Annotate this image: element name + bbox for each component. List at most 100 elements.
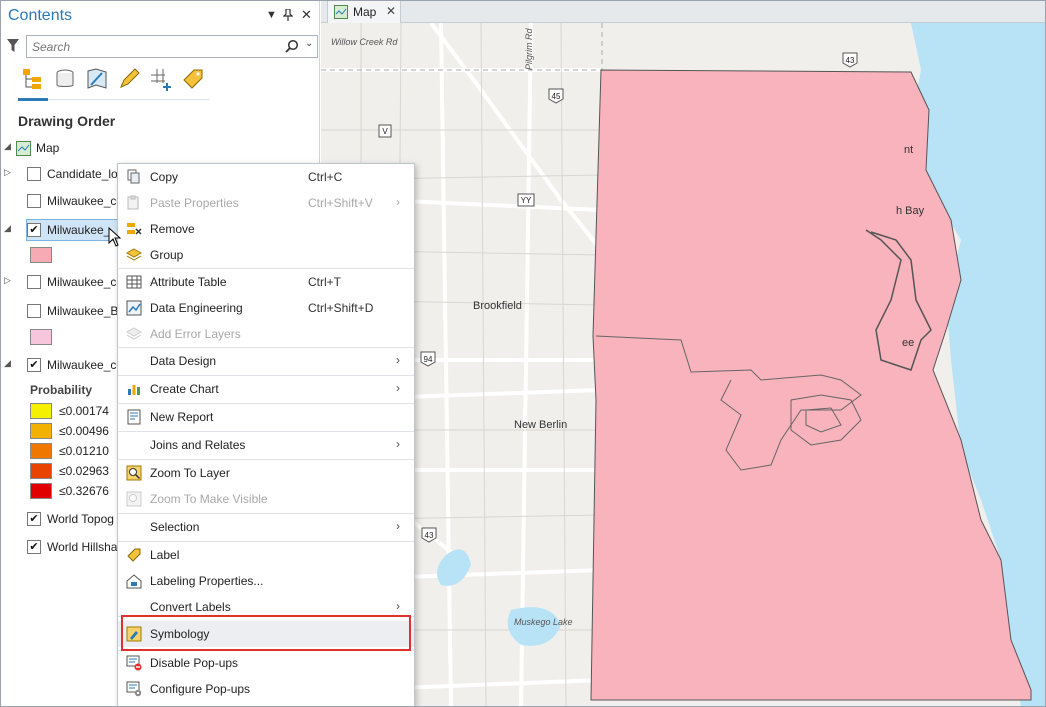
symbology-icon — [126, 626, 142, 642]
remove-layer-icon — [127, 223, 142, 235]
map-view[interactable]: Willow Creek Rd Pilgrim Rd Brookfield Ne… — [321, 0, 1046, 707]
menu-item-label: Joins and Relates — [150, 438, 246, 452]
map-canvas[interactable]: Willow Creek Rd Pilgrim Rd Brookfield Ne… — [321, 0, 1046, 707]
submenu-chevron-icon: › — [396, 195, 400, 209]
legend-item[interactable]: ≤0.02963 — [30, 462, 130, 480]
layer-context-menu: Copy Ctrl+C Paste Properties Ctrl+Shift+… — [117, 163, 415, 707]
legend-swatch[interactable] — [30, 403, 52, 419]
menu-item-data-design[interactable]: Data Design › — [118, 348, 414, 374]
collapse-triangle-icon[interactable]: ◢ — [4, 358, 11, 369]
menu-item-shortcut: Ctrl+Shift+D — [308, 301, 374, 315]
svg-text:V: V — [382, 127, 388, 136]
menu-item-zoom-to-layer[interactable]: Zoom To Layer — [118, 460, 414, 486]
menu-item-data-engineering[interactable]: Data Engineering Ctrl+Shift+D — [118, 295, 414, 321]
menu-item-create-chart[interactable]: Create Chart › — [118, 376, 414, 402]
road-label: Pilgrim Rd — [524, 27, 534, 70]
route-shield: 45 — [548, 88, 564, 104]
menu-item-label: Zoom To Make Visible — [150, 492, 268, 506]
pane-options-chevron-icon[interactable]: ▼ — [266, 9, 277, 21]
configure-popups-icon — [126, 681, 142, 697]
legend-item[interactable]: ≤0.32676 — [30, 482, 130, 500]
menu-item-shortcut: Ctrl+C — [308, 170, 343, 184]
filter-icon[interactable] — [6, 38, 20, 54]
search-box[interactable]: ⌄ — [26, 35, 318, 58]
menu-item-symbology[interactable]: Symbology — [118, 621, 414, 647]
disable-popups-icon — [126, 655, 142, 671]
menu-item-add-error-layers[interactable]: Add Error Layers — [118, 321, 414, 347]
menu-item-disable-popups[interactable]: Disable Pop-ups — [118, 650, 414, 676]
data-source-icon[interactable] — [52, 66, 78, 92]
route-shield: YY — [517, 193, 535, 207]
submenu-chevron-icon: › — [396, 381, 400, 395]
tree-map-root[interactable]: ◢ Map — [0, 136, 320, 160]
tab-label: Map — [353, 5, 377, 19]
active-view-indicator — [18, 98, 48, 101]
labeling-icon[interactable] — [180, 66, 206, 92]
expand-triangle-icon[interactable]: ▷ — [4, 167, 11, 178]
drawing-order-icon[interactable] — [20, 66, 46, 92]
tab-map[interactable]: Map ✕ — [327, 0, 401, 23]
menu-item-selection[interactable]: Selection › — [118, 514, 414, 540]
layer-label: Milwaukee_B — [47, 304, 119, 318]
collapse-triangle-icon[interactable]: ◢ — [4, 141, 11, 152]
legend-swatch[interactable] — [30, 423, 52, 439]
menu-item-zoom-to-make-visible[interactable]: Zoom To Make Visible — [118, 486, 414, 512]
legend-swatch[interactable] — [30, 463, 52, 479]
layer-symbol-swatch[interactable] — [30, 329, 52, 345]
menu-item-new-report[interactable]: New Report — [118, 404, 414, 430]
zoom-visible-icon — [126, 491, 142, 507]
layer-symbol-swatch[interactable] — [30, 247, 52, 263]
menu-item-label: Convert Labels — [150, 600, 231, 614]
menu-item-label: Remove — [150, 222, 195, 236]
layer-visibility-checkbox[interactable]: ✔ — [27, 512, 41, 526]
editing-icon[interactable] — [116, 66, 142, 92]
layer-visibility-checkbox[interactable] — [27, 304, 41, 318]
zoom-layer-icon — [126, 465, 142, 481]
selection-list-icon[interactable] — [84, 66, 110, 92]
layer-label: Candidate_lo — [47, 167, 118, 181]
menu-item-label: Configure Pop-ups — [150, 682, 251, 696]
place-label: Muskego Lake — [514, 617, 573, 627]
menu-item-paste-properties[interactable]: Paste Properties Ctrl+Shift+V › — [118, 190, 414, 216]
menu-item-configure-popups[interactable]: Configure Pop-ups — [118, 676, 414, 702]
layer-visibility-checkbox[interactable] — [27, 194, 41, 208]
layer-visibility-checkbox[interactable] — [27, 167, 41, 181]
menu-item-joins-and-relates[interactable]: Joins and Relates › — [118, 432, 414, 458]
layer-visibility-checkbox[interactable]: ✔ — [27, 223, 41, 237]
expand-triangle-icon[interactable]: ▷ — [4, 275, 11, 286]
search-icon[interactable] — [285, 39, 299, 53]
layer-visibility-checkbox[interactable]: ✔ — [27, 540, 41, 554]
report-icon — [127, 409, 141, 425]
table-icon — [126, 275, 142, 289]
legend-label: ≤0.01210 — [59, 444, 109, 458]
snapping-icon[interactable] — [148, 66, 174, 92]
collapse-triangle-icon[interactable]: ◢ — [4, 223, 11, 234]
close-tab-icon[interactable]: ✕ — [386, 4, 396, 18]
svg-text:45: 45 — [552, 92, 561, 101]
menu-item-remove[interactable]: Remove — [118, 216, 414, 242]
copy-icon — [127, 169, 140, 184]
pin-icon[interactable] — [282, 8, 294, 24]
menu-item-attribute-table[interactable]: Attribute Table Ctrl+T — [118, 269, 414, 295]
legend-item[interactable]: ≤0.00496 — [30, 422, 130, 440]
svg-text:YY: YY — [521, 196, 532, 205]
legend-item[interactable]: ≤0.00174 — [30, 402, 130, 420]
submenu-chevron-icon: › — [396, 599, 400, 613]
layer-visibility-checkbox[interactable] — [27, 275, 41, 289]
search-options-chevron-icon[interactable]: ⌄ — [305, 38, 313, 49]
chart-icon — [128, 385, 140, 395]
menu-item-labeling-properties[interactable]: Labeling Properties... — [118, 568, 414, 594]
menu-item-label: Copy — [150, 170, 179, 184]
menu-item-group[interactable]: Group — [118, 242, 414, 268]
search-input[interactable] — [32, 39, 272, 55]
close-pane-icon[interactable]: ✕ — [301, 7, 312, 23]
layer-visibility-checkbox[interactable]: ✔ — [27, 358, 41, 372]
menu-item-label-layer[interactable]: Label — [118, 542, 414, 568]
legend-swatch[interactable] — [30, 483, 52, 499]
legend-item[interactable]: ≤0.01210 — [30, 442, 130, 460]
menu-item-label: Group — [150, 248, 184, 262]
legend-swatch[interactable] — [30, 443, 52, 459]
menu-item-copy[interactable]: Copy Ctrl+C — [118, 164, 414, 190]
menu-item-label: Zoom To Layer — [150, 466, 230, 480]
submenu-chevron-icon: › — [396, 353, 400, 367]
